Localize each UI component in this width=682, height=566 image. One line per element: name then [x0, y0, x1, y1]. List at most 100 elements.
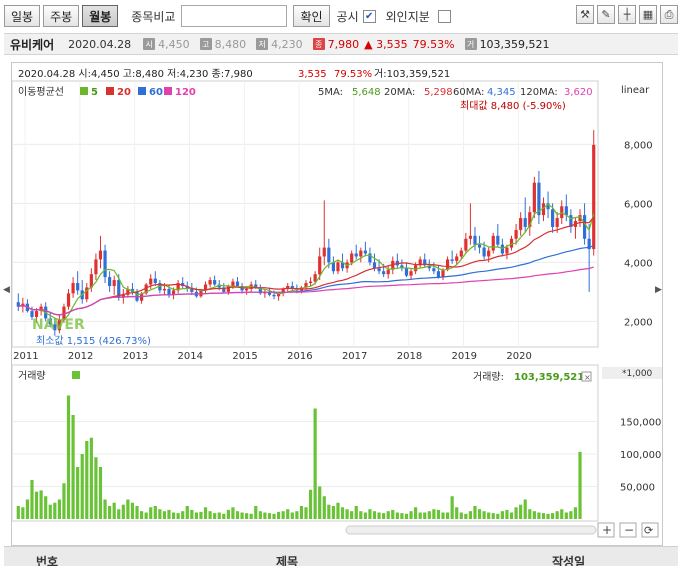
draw-icon[interactable]: ✎	[597, 5, 615, 24]
volume-bar	[436, 509, 441, 519]
year-tick-label: 2011	[13, 351, 38, 362]
ma5-swatch	[80, 87, 88, 95]
candle-body	[350, 253, 354, 263]
candle-body	[514, 229, 518, 239]
volume-bar	[327, 504, 331, 519]
volume-bar	[514, 507, 518, 519]
volume-bar	[455, 507, 459, 519]
price-volume-chart: 2020.04.28 시:4,450 고:8,480 저:4,230 종:7,9…	[11, 68, 662, 538]
print-icon[interactable]: ⎙	[660, 5, 678, 24]
candle-body	[98, 250, 103, 260]
scroll-right-icon[interactable]: ▶	[655, 285, 662, 295]
volume-bar	[16, 506, 20, 519]
board-table-header: 번호 제목 작성일	[4, 546, 678, 566]
candle-body	[500, 244, 504, 254]
volume-bar	[482, 511, 486, 519]
volume-value: 103,359,521	[479, 37, 550, 51]
year-tick-label: 2017	[342, 351, 367, 362]
toolbar: 일봉 주봉 월봉 종목비교 확인 공시 ✔ 외인지분 ⚒ ✎ ┼ ▦ ⎙	[0, 0, 682, 32]
volume-bar	[117, 509, 121, 519]
grid-icon[interactable]: ▦	[639, 5, 657, 24]
ma60-label: 60	[149, 87, 163, 98]
tab-monthly[interactable]: 월봉	[82, 5, 119, 27]
volume-swatch	[72, 371, 80, 379]
volume-bar	[528, 509, 532, 519]
year-tick-label: 2012	[68, 351, 93, 362]
volume-bar	[541, 513, 546, 519]
volume-bar	[308, 489, 313, 519]
volume-bar	[423, 512, 427, 519]
foreign-label: 외인지분	[385, 9, 430, 24]
confirm-button[interactable]: 확인	[293, 5, 330, 27]
volume-bar	[304, 507, 308, 519]
year-tick-label: 2013	[123, 351, 148, 362]
year-tick-label: 2019	[452, 351, 477, 362]
tab-daily[interactable]: 일봉	[4, 5, 41, 27]
candle-body	[468, 235, 473, 239]
candle-body	[226, 285, 230, 292]
stock-info-bar: 유비케어 2020.04.28 시 4,450 고 8,480 저 4,230 …	[4, 33, 678, 55]
svg-text:×: ×	[584, 373, 591, 382]
crosshair-icon[interactable]: ┼	[618, 5, 636, 24]
volume-bar	[532, 511, 536, 519]
candle-body	[436, 271, 441, 278]
ma120-value-label: 120MA:	[520, 87, 558, 98]
tools-icon[interactable]: ⚒	[576, 5, 594, 24]
volume-bar	[395, 512, 399, 519]
price-tick-label: 8,000	[624, 140, 653, 151]
volume-bar	[108, 506, 112, 519]
candle-body	[313, 274, 317, 282]
ma5-value-label: 5MA:	[318, 87, 343, 98]
volume-bar	[199, 511, 203, 519]
volume-bar	[39, 490, 43, 519]
volume-bar	[98, 467, 103, 519]
volume-bar	[57, 499, 61, 519]
notice-checkbox[interactable]: ✔	[362, 9, 376, 23]
high-value: 8,480	[214, 37, 247, 51]
volume-bar	[350, 511, 354, 519]
candle-body	[445, 259, 450, 270]
volume-bar	[363, 512, 367, 519]
candle-body	[71, 283, 75, 294]
volume-bar	[459, 512, 463, 519]
volume-bar	[30, 480, 34, 519]
change-value: ▲ 3,535	[364, 37, 408, 51]
volume-bar	[254, 506, 258, 519]
col-number[interactable]: 번호	[36, 553, 58, 566]
volume-bar	[80, 454, 84, 519]
price-y-axis: 2,000 4,000 6,000 8,000	[624, 140, 653, 328]
tab-weekly[interactable]: 주봉	[43, 5, 80, 27]
volume-bar	[313, 408, 317, 519]
volume-bar	[418, 512, 422, 519]
open-tag: 시	[143, 38, 156, 50]
candle-body	[564, 206, 568, 216]
scale-mode[interactable]: linear	[621, 85, 650, 96]
svg-text:−: −	[624, 523, 634, 537]
chart-header-volume: 거:103,359,521	[374, 68, 450, 80]
candle-body	[336, 262, 340, 272]
volume-bar	[158, 509, 162, 519]
candle-body	[153, 278, 157, 284]
notice-label: 공시	[336, 9, 359, 24]
volume-bar	[432, 509, 436, 519]
compare-input[interactable]	[181, 5, 288, 27]
price-tick-label: 6,000	[624, 199, 653, 210]
foreign-checkbox[interactable]	[437, 9, 451, 23]
volume-bar	[368, 509, 372, 519]
candle-body	[496, 235, 500, 245]
candle-body	[372, 262, 377, 269]
candle-body	[208, 280, 212, 285]
volume-bar	[149, 507, 153, 519]
info-date: 2020.04.28	[68, 37, 132, 51]
volume-value-label: 거래량:	[473, 371, 504, 383]
chart-scrollbar[interactable]	[345, 525, 597, 535]
close-value: 7,980	[327, 37, 360, 51]
candle-body	[108, 277, 112, 286]
volume-bar	[240, 512, 244, 519]
volume-bar	[34, 491, 39, 519]
ma-legend-title: 이동평균선	[18, 86, 64, 98]
volume-bar	[295, 511, 299, 519]
volume-bar	[277, 511, 281, 519]
volume-bar	[167, 509, 171, 519]
scroll-left-icon[interactable]: ◀	[3, 285, 10, 295]
